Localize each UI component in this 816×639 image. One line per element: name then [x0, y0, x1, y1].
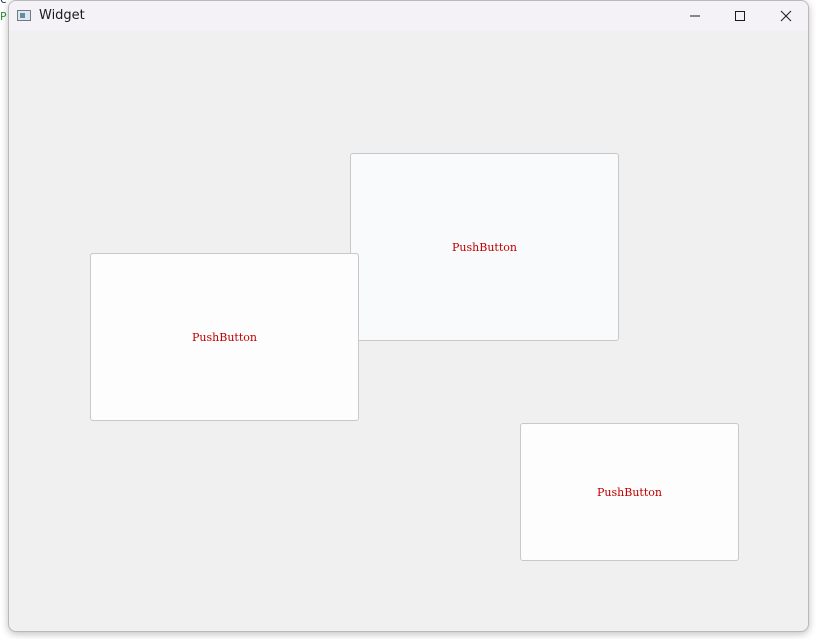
maximize-button[interactable] [717, 1, 763, 31]
push-button[interactable]: PushButton [350, 153, 619, 341]
close-button[interactable] [763, 1, 808, 31]
push-button[interactable]: PushButton [520, 423, 739, 561]
maximize-icon [735, 11, 745, 21]
window-title: Widget [39, 8, 85, 23]
minimize-icon [690, 15, 700, 17]
close-icon [780, 10, 792, 22]
title-bar[interactable]: Widget [9, 1, 808, 31]
minimize-button[interactable] [672, 1, 718, 31]
app-window-icon [17, 10, 31, 21]
background-text-fragment: C [0, 0, 7, 6]
widget-window: Widget PushButton PushButton PushButton [8, 0, 809, 632]
background-text-fragment: P [0, 10, 7, 23]
push-button[interactable]: PushButton [90, 253, 359, 421]
